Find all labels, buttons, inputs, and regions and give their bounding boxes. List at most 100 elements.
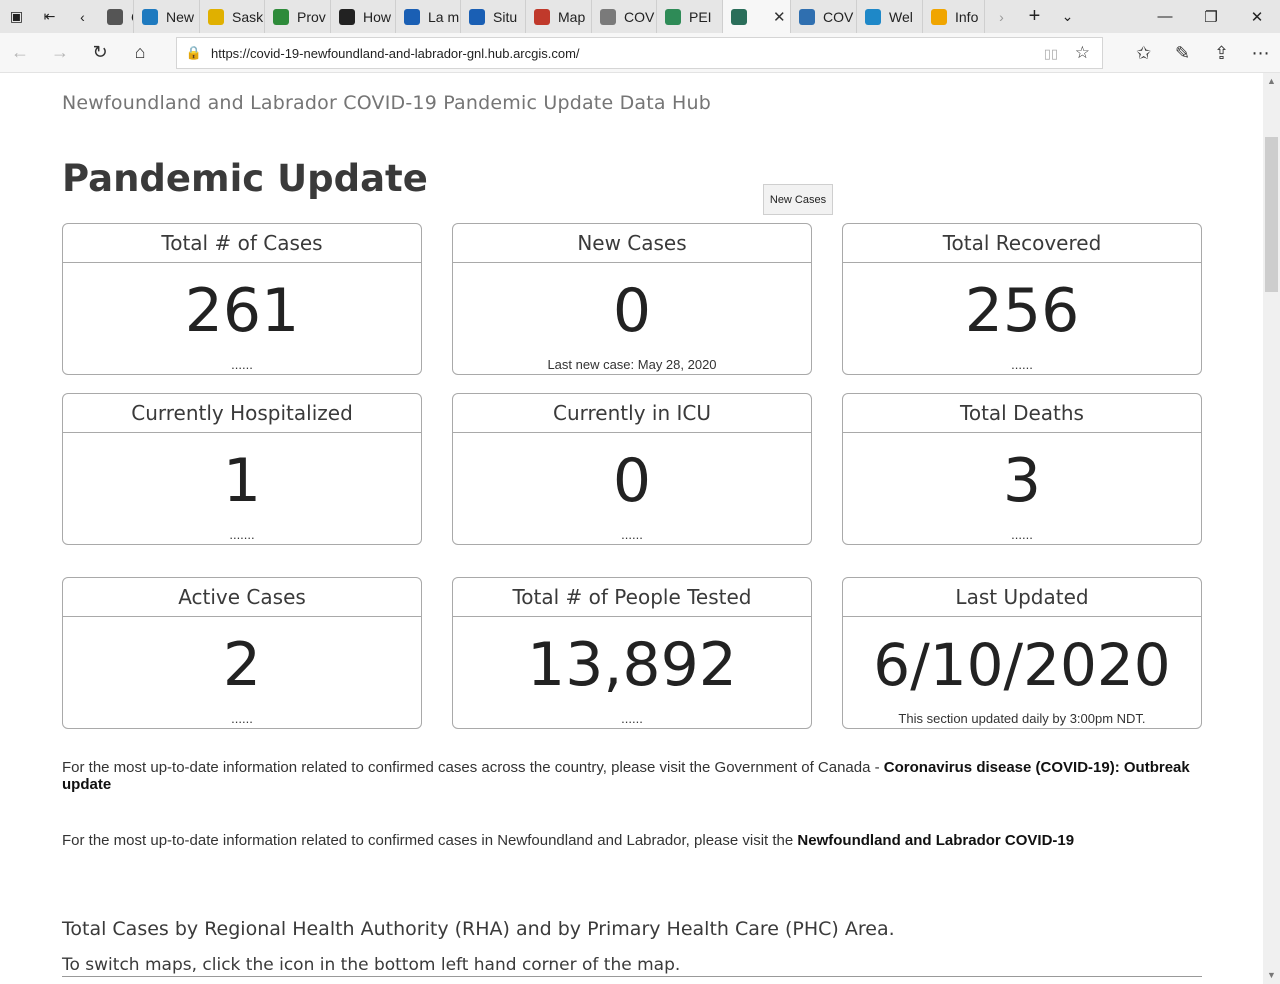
tab-list-chevron-icon[interactable]: ⌄: [1051, 0, 1084, 33]
tab-label: Info: [955, 8, 979, 25]
tab-label: New: [166, 8, 195, 25]
browser-tab[interactable]: Sask: [200, 0, 265, 33]
tab-preview-icon[interactable]: ▣: [0, 0, 33, 33]
tab-label: PEI: [689, 8, 712, 25]
tree-icon: [665, 8, 681, 25]
rha-map-instructions: To switch maps, click the icon in the bo…: [62, 955, 1202, 977]
tab-label: La m: [428, 8, 460, 25]
stat-card-footer: This section updated daily by 3:00pm NDT…: [898, 711, 1146, 726]
scroll-up-arrow-icon[interactable]: ▲: [1263, 73, 1280, 90]
back-icon[interactable]: ←: [0, 33, 40, 73]
stat-card-footer: ......: [231, 711, 253, 726]
scroll-down-arrow-icon[interactable]: ▼: [1263, 967, 1280, 984]
tab-label: How: [363, 8, 392, 25]
page-scrollbar[interactable]: ▲ ▼: [1263, 73, 1280, 984]
nl-covid-link[interactable]: Newfoundland and Labrador COVID-19: [797, 832, 1074, 849]
close-window-icon[interactable]: ✕: [1234, 0, 1280, 33]
tab-label: Situ: [493, 8, 518, 25]
page-title: Pandemic Update: [62, 157, 428, 200]
stat-card-value: 1: [222, 446, 262, 516]
browser-tab[interactable]: La m: [396, 0, 461, 33]
browser-tab[interactable]: Situ: [461, 0, 526, 33]
browser-tab[interactable]: Wel: [857, 0, 923, 33]
stat-card-value: 0: [612, 446, 652, 516]
address-bar[interactable]: 🔒 https://covid-19-newfoundland-and-labr…: [176, 37, 1103, 69]
tooltip: New Cases: [763, 184, 833, 215]
stat-card-footer: ......: [1011, 357, 1033, 372]
stat-card-footer: ......: [231, 357, 253, 372]
stat-card: Total Deaths 3......: [842, 393, 1202, 545]
stat-card-title: Total Deaths: [843, 394, 1201, 433]
browser-tab[interactable]: How: [331, 0, 396, 33]
stat-card: Currently in ICU 0......: [452, 393, 812, 545]
stat-card: Active Cases 2......: [62, 577, 422, 729]
browser-tab[interactable]: Prov: [265, 0, 331, 33]
new-tab-icon[interactable]: +: [1018, 0, 1051, 33]
stat-card-value: 0: [612, 276, 652, 346]
stat-card-footer: ......: [621, 527, 643, 542]
set-aside-tabs-icon[interactable]: ⇤: [33, 0, 66, 33]
lock-icon[interactable]: 🔒: [177, 45, 211, 61]
browser-tab[interactable]: Case: [99, 0, 134, 33]
canada-info-text: For the most up-to-date information rela…: [62, 759, 884, 776]
stat-card-title: Total Recovered: [843, 224, 1201, 263]
globe-icon: [731, 8, 747, 25]
favorite-star-icon[interactable]: ☆: [1075, 43, 1090, 63]
stat-card-value: 3: [1002, 446, 1042, 516]
stat-card-title: Total # of People Tested: [453, 578, 811, 617]
nl-info-text: For the most up-to-date information rela…: [62, 832, 798, 849]
stat-card-value: 261: [184, 276, 300, 346]
stat-card-value: 256: [964, 276, 1080, 346]
toolbar-right: ✩ ✎ ⇪ ⋯: [1124, 33, 1280, 73]
stat-card-footer: ......: [621, 711, 643, 726]
reading-view-icon[interactable]: ▯▯: [1044, 46, 1058, 62]
browser-tab[interactable]: ✕: [723, 0, 791, 33]
restore-icon[interactable]: ❐: [1188, 0, 1234, 33]
stat-card: Currently Hospitalized 1.......: [62, 393, 422, 545]
wave-icon: [865, 8, 881, 25]
tab-scroll-left-icon[interactable]: ‹: [66, 0, 99, 33]
stat-card-value: 13,892: [527, 630, 737, 700]
more-options-icon[interactable]: ⋯: [1241, 33, 1280, 73]
share-icon[interactable]: ⇪: [1202, 33, 1241, 73]
sun-icon: [931, 8, 947, 25]
home-icon[interactable]: ⌂: [120, 33, 160, 73]
tab-label: Wel: [889, 8, 913, 25]
browser-tab[interactable]: Info: [923, 0, 985, 33]
shield-icon: [339, 8, 355, 25]
tab-scroll-right-icon[interactable]: ›: [985, 0, 1018, 33]
browser-tab[interactable]: New: [134, 0, 200, 33]
stat-card: Last Updated 6/10/2020 This section update…: [842, 577, 1202, 729]
browser-tab[interactable]: COV: [592, 0, 657, 33]
stat-card: Total # of People Tested 13,892......: [452, 577, 812, 729]
document-icon: [107, 8, 123, 25]
stat-card-title: New Cases: [453, 224, 811, 263]
refresh-icon[interactable]: ↻: [80, 33, 120, 73]
browser-tab[interactable]: Map: [526, 0, 592, 33]
stat-card: Total # of Cases 261......: [62, 223, 422, 375]
stat-card-value: 6/10/2020: [873, 631, 1171, 699]
favorites-list-icon[interactable]: ✩: [1124, 33, 1163, 73]
map-icon: [799, 8, 815, 25]
stat-card: Total Recovered 256......: [842, 223, 1202, 375]
browser-tab-bar: ▣ ⇤ ‹ Case New Sask Prov How La m Situ Map COV PE…: [0, 0, 1280, 33]
canada-info-paragraph: For the most up-to-date information rela…: [62, 759, 1202, 793]
window-controls: — ❐ ✕: [1142, 0, 1280, 33]
browser-tab[interactable]: PEI: [657, 0, 723, 33]
stat-card-title: Last Updated: [843, 578, 1201, 617]
forward-icon[interactable]: →: [40, 33, 80, 73]
url-text: https://covid-19-newfoundland-and-labrad…: [211, 45, 580, 61]
browser-tab[interactable]: COV: [791, 0, 857, 33]
notes-pen-icon[interactable]: ✎: [1163, 33, 1202, 73]
tab-label: Prov: [297, 8, 326, 25]
stat-card-footer: ......: [1011, 527, 1033, 542]
rha-section-title: Total Cases by Regional Health Authority…: [62, 918, 895, 940]
site-title: Newfoundland and Labrador COVID-19 Pande…: [62, 92, 711, 114]
tab-label: COV: [624, 8, 655, 25]
minimize-icon[interactable]: —: [1142, 0, 1188, 33]
chart-icon: [142, 8, 158, 25]
close-tab-icon[interactable]: ✕: [773, 8, 786, 26]
scrollbar-thumb[interactable]: [1265, 137, 1278, 292]
province-flag-icon: [273, 8, 289, 25]
stat-card-footer: Last new case: May 28, 2020: [547, 357, 717, 372]
